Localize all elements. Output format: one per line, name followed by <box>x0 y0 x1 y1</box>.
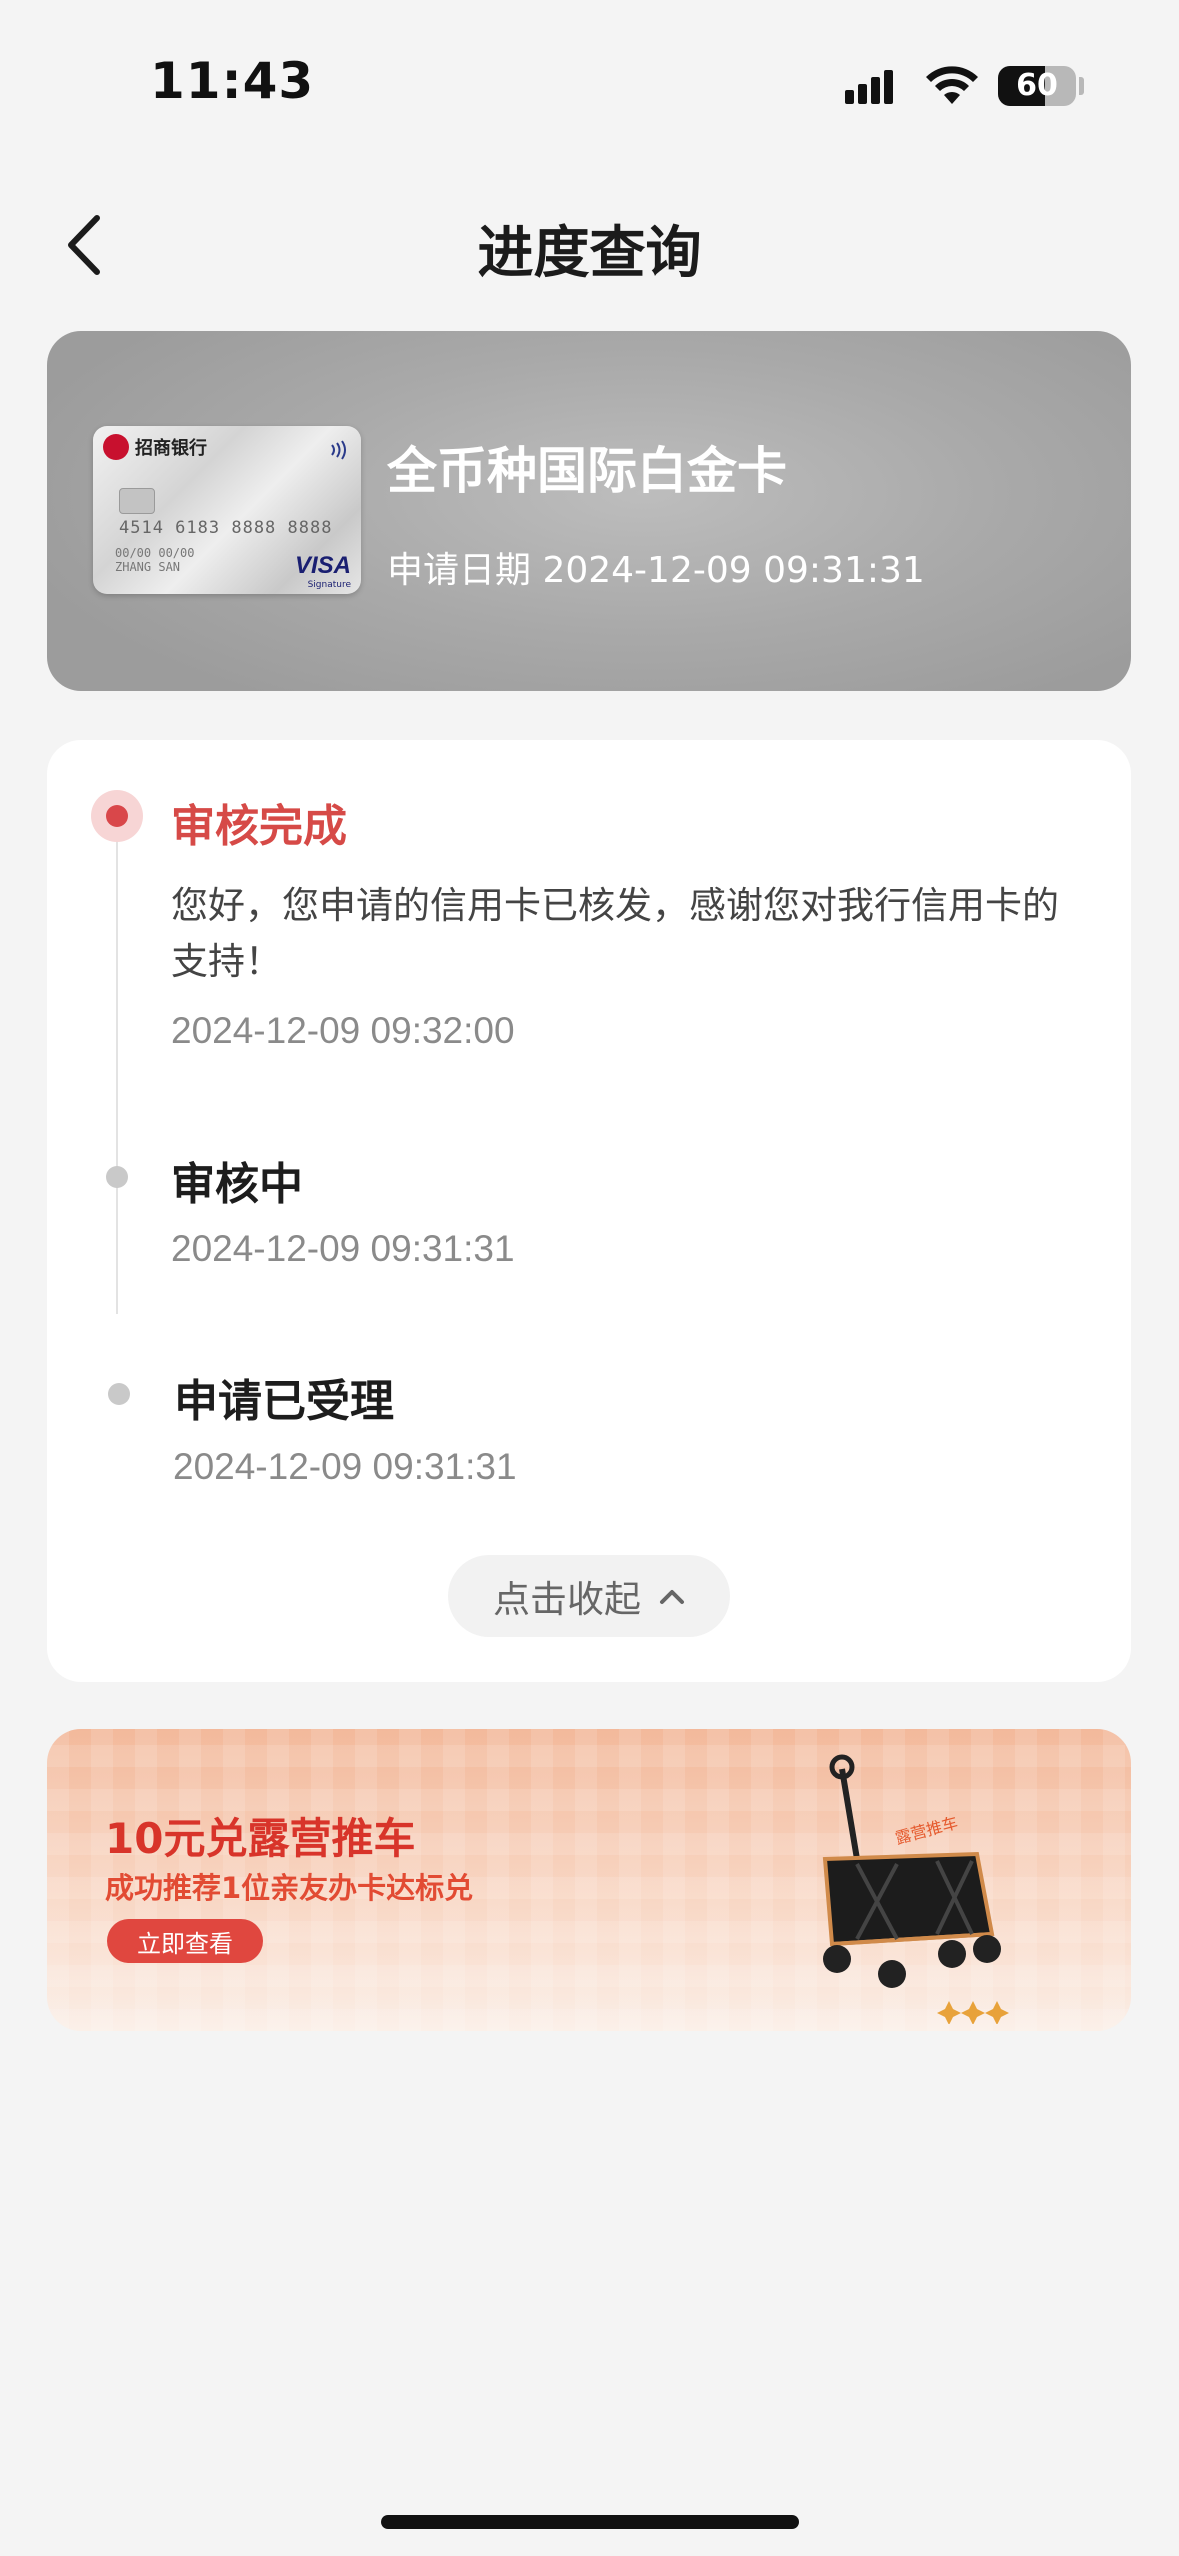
step-dot-accepted <box>108 1383 130 1405</box>
visa-logo: VISA <box>294 552 351 579</box>
banner-title: 10元兑露营推车 <box>105 1814 416 1863</box>
card-validity: 00/00 00/00 <box>115 546 195 560</box>
step-active-dot-inner <box>106 805 128 827</box>
credit-card-image: 招商银行 4514 6183 8888 8888 00/00 00/00 ZHA… <box>93 426 361 594</box>
step-time-reviewing: 2024-12-09 09:31:31 <box>171 1228 515 1269</box>
wifi-icon <box>926 66 978 104</box>
progress-card: 审核完成 您好，您申请的信用卡已核发，感谢您对我行信用卡的支持！ 2024-12… <box>47 740 1131 1682</box>
card-number: 4514 6183 8888 8888 <box>119 518 333 538</box>
card-holder: 00/00 00/00 ZHANG SAN <box>115 546 194 574</box>
chevron-left-icon <box>68 215 100 275</box>
card-bank-name: 招商银行 <box>135 438 207 459</box>
step-time-accepted: 2024-12-09 09:31:31 <box>173 1446 517 1487</box>
card-header: 招商银行 4514 6183 8888 8888 00/00 00/00 ZHA… <box>47 331 1131 691</box>
battery-icon: 60 <box>998 66 1076 106</box>
bank-logo-icon <box>103 434 129 460</box>
step-title-reviewing: 审核中 <box>171 1159 303 1210</box>
step-active-dot <box>91 790 143 842</box>
timeline-line <box>116 824 118 1314</box>
step-time-completed: 2024-12-09 09:32:00 <box>171 1010 515 1051</box>
apply-date: 申请日期 2024-12-09 09:31:31 <box>387 550 925 591</box>
step-title-accepted: 申请已受理 <box>174 1376 394 1427</box>
collapse-label: 点击收起 <box>493 1578 641 1621</box>
banner-subtitle: 成功推荐1位亲友办卡达标兑 <box>105 1871 474 1905</box>
camping-wagon-image: 露营推车 <box>822 1754 1009 2024</box>
battery-level: 60 <box>1016 68 1058 103</box>
battery-cap <box>1079 77 1084 95</box>
svg-text:露营推车: 露营推车 <box>893 1813 960 1848</box>
home-indicator <box>381 2515 799 2529</box>
view-now-button[interactable]: 立即查看 <box>107 1919 263 1963</box>
contactless-icon <box>331 440 346 460</box>
step-dot-reviewing <box>106 1166 128 1188</box>
collapse-button[interactable]: 点击收起 <box>448 1555 730 1637</box>
step-description: 您好，您申请的信用卡已核发，感谢您对我行信用卡的支持！ <box>171 884 1059 983</box>
promo-banner[interactable]: 10元兑露营推车 成功推荐1位亲友办卡达标兑 立即查看 露营推车 <box>47 1729 1131 2031</box>
status-bar: 11:43 60 <box>0 0 1179 150</box>
card-chip-icon <box>119 488 155 514</box>
signal-icon <box>845 70 893 104</box>
nav-bar: 进度查询 <box>0 190 1179 300</box>
visa-signature: Signature <box>307 580 351 590</box>
page-title: 进度查询 <box>477 221 702 286</box>
chevron-up-icon <box>660 1590 684 1604</box>
card-holder-name: ZHANG SAN <box>115 560 181 574</box>
step-title-completed: 审核完成 <box>171 801 347 852</box>
card-name: 全币种国际白金卡 <box>387 442 787 500</box>
status-time: 11:43 <box>150 52 315 110</box>
back-button[interactable] <box>50 210 120 280</box>
